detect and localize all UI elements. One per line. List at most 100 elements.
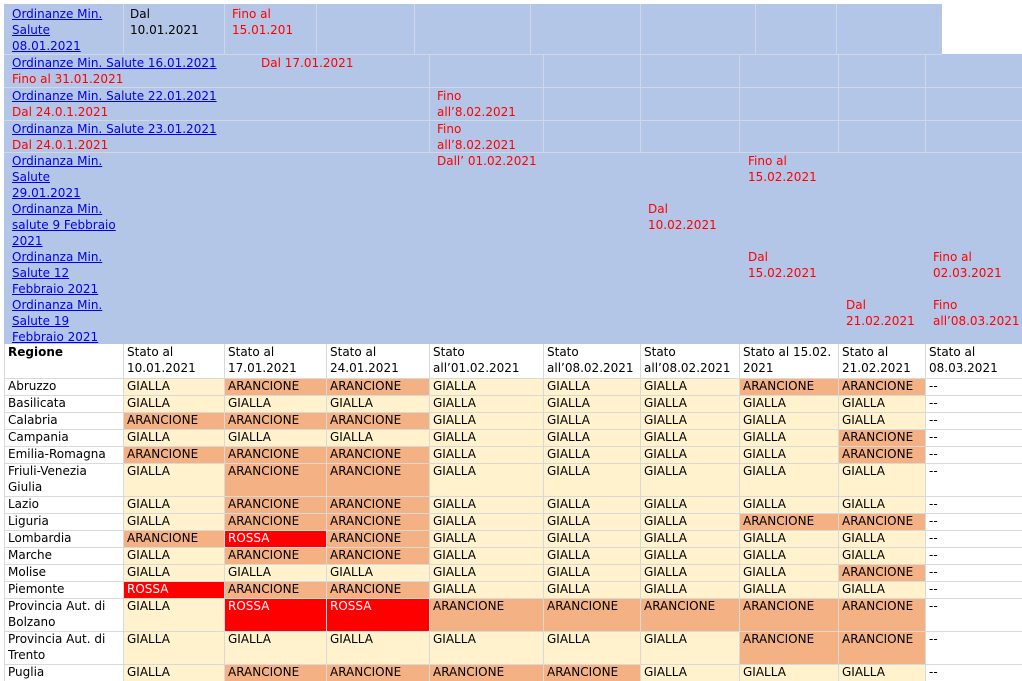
status-cell: GIALLA	[838, 530, 925, 547]
region-name: Abruzzo	[4, 378, 123, 395]
column-header-stato: Stato all’01.02.2021	[429, 344, 543, 378]
status-cell: GIALLA	[123, 378, 224, 395]
status-cell: GIALLA	[543, 513, 640, 530]
status-cell: --	[925, 378, 1022, 395]
status-cell: GIALLA	[429, 496, 543, 513]
status-cell: GIALLA	[739, 496, 838, 513]
status-cell: --	[925, 395, 1022, 412]
status-cell: ARANCIONE	[739, 378, 838, 395]
status-cell: GIALLA	[429, 378, 543, 395]
status-cell: ARANCIONE	[224, 513, 326, 530]
status-cell: ARANCIONE	[326, 547, 429, 564]
status-cell: ARANCIONE	[326, 378, 429, 395]
ordinance-link-08-01[interactable]: Ordinanze Min. Salute 08.01.2021	[8, 6, 120, 54]
status-cell: GIALLA	[640, 513, 739, 530]
status-cell: ARANCIONE	[224, 581, 326, 598]
status-cell: GIALLA	[543, 631, 640, 664]
status-cell: GIALLA	[543, 378, 640, 395]
status-cell: ROSSA	[224, 598, 326, 631]
status-cell: GIALLA	[543, 564, 640, 581]
region-name: Emilia-Romagna	[4, 446, 123, 463]
ordinance-link-22-01[interactable]: Ordinanze Min. Salute 22.01.2021	[8, 88, 248, 104]
ordinance-link-16-01[interactable]: Ordinanze Min. Salute 16.01.2021	[8, 55, 248, 71]
status-cell: ARANCIONE	[838, 513, 925, 530]
status-cell: GIALLA	[429, 631, 543, 664]
column-header-regione: Regione	[4, 344, 123, 378]
status-cell: GIALLA	[640, 530, 739, 547]
status-cell: ARANCIONE	[224, 496, 326, 513]
column-header-stato: Stato all’08.02.2021	[543, 344, 640, 378]
status-cell: ARANCIONE	[224, 463, 326, 496]
status-cell: GIALLA	[640, 631, 739, 664]
status-cell: ARANCIONE	[739, 631, 838, 664]
region-name: Provincia Aut. di Bolzano	[4, 598, 123, 631]
ordinance-7-from: Dal 15.02.2021	[748, 250, 817, 280]
ordinance-1-until: Fino al 15.01.201	[232, 7, 294, 37]
status-cell: GIALLA	[326, 631, 429, 664]
status-cell: ARANCIONE	[838, 631, 925, 664]
ordinance-6-from: Dal 10.02.2021	[648, 202, 717, 232]
status-cell: GIALLA	[739, 664, 838, 681]
status-cell: GIALLA	[123, 496, 224, 513]
status-cell: GIALLA	[123, 598, 224, 631]
ordinance-3-from: Dal 24.0.1.2021	[12, 105, 109, 119]
status-cell: GIALLA	[640, 412, 739, 429]
status-cell: GIALLA	[838, 496, 925, 513]
status-cell: GIALLA	[739, 564, 838, 581]
status-cell: GIALLA	[224, 429, 326, 446]
status-cell: ARANCIONE	[123, 530, 224, 547]
status-cell: ROSSA	[123, 581, 224, 598]
status-cell: ARANCIONE	[326, 581, 429, 598]
status-cell: --	[925, 446, 1022, 463]
ordinance-link-9-feb[interactable]: Ordinanza Min. salute 9 Febbraio 2021	[8, 201, 120, 249]
ordinance-8-until: Fino all’08.03.2021	[933, 298, 1020, 328]
column-header-stato: Stato al 10.01.2021	[123, 344, 224, 378]
ordinance-link-19-feb[interactable]: Ordinanza Min. Salute 19 Febbraio 2021	[8, 297, 108, 345]
status-cell: --	[925, 581, 1022, 598]
status-cell: ARANCIONE	[224, 547, 326, 564]
ordinance-link-12-feb[interactable]: Ordinanza Min. Salute 12 Febbraio 2021	[8, 249, 108, 297]
status-cell: GIALLA	[739, 395, 838, 412]
status-cell: ARANCIONE	[224, 412, 326, 429]
status-cell: GIALLA	[640, 463, 739, 496]
status-cell: --	[925, 429, 1022, 446]
status-cell: ARANCIONE	[326, 513, 429, 530]
status-cell: ARANCIONE	[739, 598, 838, 631]
region-name: Campania	[4, 429, 123, 446]
status-cell: GIALLA	[123, 429, 224, 446]
status-cell: GIALLA	[640, 547, 739, 564]
status-cell: ARANCIONE	[123, 446, 224, 463]
status-cell: GIALLA	[640, 395, 739, 412]
status-cell: GIALLA	[224, 564, 326, 581]
status-cell: ARANCIONE	[838, 429, 925, 446]
status-cell: --	[925, 547, 1022, 564]
ordinance-link-23-01[interactable]: Ordinanza Min. Salute 23.01.2021	[8, 121, 248, 137]
ordinance-4-from: Dal 24.0.1.2021	[12, 138, 109, 152]
status-cell: ARANCIONE	[326, 412, 429, 429]
region-name: Friuli-Venezia Giulia	[4, 463, 123, 496]
status-cell: GIALLA	[640, 446, 739, 463]
status-cell: GIALLA	[326, 429, 429, 446]
ordinance-2-from: Dal 17.01.2021	[261, 56, 354, 70]
ordinance-5-until: Fino al 15.02.2021	[748, 154, 817, 184]
status-cell: GIALLA	[429, 395, 543, 412]
status-cell: ARANCIONE	[739, 513, 838, 530]
status-cell: ARANCIONE	[326, 496, 429, 513]
status-cell: GIALLA	[123, 631, 224, 664]
status-cell: GIALLA	[739, 412, 838, 429]
status-cell: GIALLA	[739, 429, 838, 446]
status-cell: ARANCIONE	[224, 378, 326, 395]
status-cell: ARANCIONE	[429, 598, 543, 631]
status-cell: GIALLA	[429, 564, 543, 581]
ordinance-link-29-01[interactable]: Ordinanza Min. Salute 29.01.2021	[8, 153, 108, 201]
status-cell: ARANCIONE	[838, 564, 925, 581]
status-cell: ARANCIONE	[224, 664, 326, 681]
column-header-stato: Stato al 17.01.2021	[224, 344, 326, 378]
status-cell: GIALLA	[739, 446, 838, 463]
status-cell: --	[925, 664, 1022, 681]
ordinance-5-from: Dall’ 01.02.2021	[437, 154, 537, 168]
column-header-stato: Stato al 08.03.2021	[925, 344, 1022, 378]
status-cell: GIALLA	[543, 446, 640, 463]
status-cell: --	[925, 530, 1022, 547]
status-cell: GIALLA	[123, 664, 224, 681]
